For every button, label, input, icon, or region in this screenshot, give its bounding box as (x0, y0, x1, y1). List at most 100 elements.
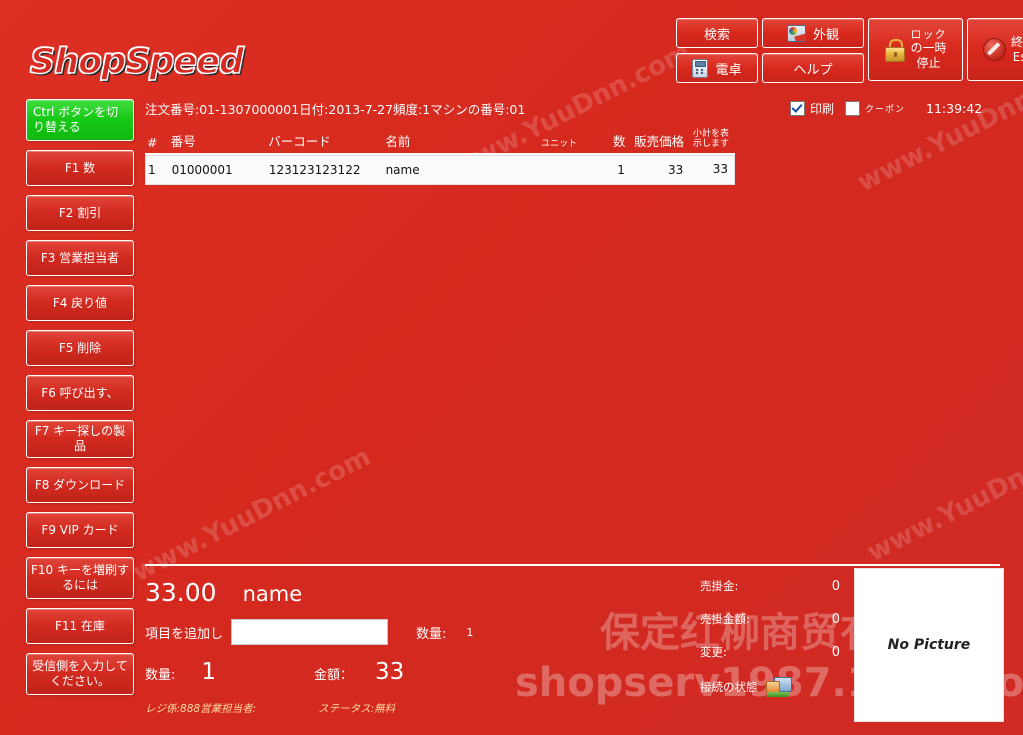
sidebar-item-label: F8 ダウンロード (34, 477, 126, 492)
sidebar-item-f10-reprint[interactable]: F10 キーを増刷するには (26, 557, 134, 599)
print-option[interactable]: 印刷 (790, 100, 834, 117)
lock-icon (884, 38, 906, 62)
cell-name: name (385, 163, 420, 177)
sidebar-item-label: F9 VIP カード (41, 522, 119, 537)
receivable-row: 売掛金: 0 (700, 578, 840, 594)
column-header-name: 名前 (385, 134, 411, 149)
sidebar-item-f5-delete[interactable]: F5 削除 (26, 330, 134, 366)
cell-number: 01000001 (171, 163, 233, 177)
sidebar-item-label: F6 呼び出す、 (41, 385, 119, 400)
column-header-index: # (147, 135, 158, 150)
sidebar-item-label: F1 数 (64, 160, 96, 175)
sidebar-item-label: F4 戻り値 (52, 295, 108, 310)
change-label: 変更: (700, 645, 727, 659)
sidebar-item-f11-stock[interactable]: F11 在庫 (26, 608, 134, 644)
sidebar-item-label: F3 営業担当者 (40, 250, 120, 265)
column-header-qty: 数 (613, 134, 626, 149)
coupon-label: クーポン (865, 105, 906, 115)
application-window: www.YuuDnn.com www.YuuDnn.com www.YuuDnn… (0, 0, 1023, 735)
sidebar-item-f9-vip-card[interactable]: F9 VIP カード (26, 512, 134, 548)
exit-line1: 終了 (1010, 34, 1023, 49)
receivable-value: 0 (831, 579, 840, 594)
no-entry-icon (982, 38, 1006, 61)
add-qty-value: 1 (466, 625, 474, 639)
sidebar-item-f3-salesperson[interactable]: F3 営業担当者 (26, 240, 134, 276)
calculator-button-label: 電卓 (715, 62, 742, 78)
toolbar: 検索 電卓 外観 ヘルプ ロック の一時 停止 終 E (676, 18, 1023, 83)
connection-label: 接続の状態 (700, 680, 758, 694)
sidebar-item-receiver-input[interactable]: 受信側を入力してください。 (26, 653, 134, 695)
receivable-amount-value: 0 (831, 612, 840, 627)
right-totals: 売掛金: 0 売掛金額: 0 変更: 0 接続の状態 (700, 578, 840, 697)
lock-pause-label: ロック の一時 停止 (910, 28, 946, 72)
appearance-button-label: 外観 (812, 27, 839, 43)
product-image-placeholder: No Picture (854, 568, 1004, 722)
cell-qty: 1 (617, 163, 625, 177)
sidebar-item-ctrl-toggle[interactable]: Ctrl ボタンを切り替える (26, 99, 134, 141)
toolbar-column-1: 検索 電卓 (676, 18, 758, 83)
sidebar-item-f4-return[interactable]: F4 戻り値 (26, 285, 134, 321)
lock-pause-line2: の一時 (910, 41, 947, 56)
lock-pause-line3: 停止 (916, 56, 941, 71)
sidebar-item-f1-quantity[interactable]: F1 数 (26, 150, 134, 186)
section-divider (145, 564, 1000, 566)
sidebar-item-label: F10 キーを増刷するには (31, 563, 129, 592)
add-item-label: 項目を追加し (145, 626, 224, 642)
watermark-domain: www.YuuDnn.com (862, 421, 1023, 569)
status-state: ステータス:無料 (318, 703, 396, 715)
change-value: 0 (831, 645, 840, 660)
receivable-label: 売掛金: (700, 579, 739, 593)
sidebar-item-f2-discount[interactable]: F2 割引 (26, 195, 134, 231)
total-amount-value: 33 (375, 659, 405, 685)
order-header: 注文番号:01-1307000001日付:2013-7-27頻度:1マシンの番号… (145, 102, 526, 117)
column-header-subtotal: 小計を表示します (693, 129, 730, 150)
column-header-barcode: バーコード (268, 134, 331, 149)
cell-price: 33 (667, 163, 684, 177)
add-item-input[interactable] (231, 619, 389, 645)
print-checkbox[interactable] (790, 101, 805, 116)
app-logo: ShopSpeed (29, 41, 244, 82)
table-row[interactable]: 1 01000001 123123123122 name 1 33 33 (145, 155, 735, 185)
total-qty-value: 1 (201, 659, 217, 685)
help-button[interactable]: ヘルプ (762, 53, 864, 83)
items-grid: # 番号 バーコード 名前 ユニット 数 販売価格 小計を表示します 1 010… (145, 119, 735, 185)
no-picture-label: No Picture (887, 637, 971, 653)
sidebar-item-label: Ctrl ボタンを切り替える (33, 105, 119, 134)
theme-icon (786, 24, 806, 42)
sidebar-item-label: 受信側を入力してください。 (32, 659, 128, 688)
receivable-amount-label: 売掛金額: (700, 612, 750, 626)
total-qty-label: 数量: (145, 668, 176, 683)
sidebar: Ctrl ボタンを切り替える F1 数 F2 割引 F3 営業担当者 F4 戻り… (26, 99, 134, 704)
column-header-unit: ユニット (541, 139, 578, 150)
sidebar-item-label: F5 削除 (58, 340, 102, 355)
calculator-button[interactable]: 電卓 (676, 53, 758, 83)
help-button-label: ヘルプ (793, 62, 833, 78)
change-row: 変更: 0 (700, 644, 840, 660)
appearance-button[interactable]: 外観 (762, 18, 864, 48)
grid-header-row: # 番号 バーコード 名前 ユニット 数 販売価格 小計を表示します (145, 119, 735, 155)
lock-pause-button[interactable]: ロック の一時 停止 (868, 18, 963, 81)
sidebar-item-f7-find-product[interactable]: F7 キー探しの製品 (26, 420, 134, 458)
cell-barcode: 123123123122 (268, 163, 361, 177)
coupon-checkbox[interactable] (845, 101, 861, 116)
network-icon (765, 677, 792, 697)
current-item-price: 33.00 (145, 578, 217, 607)
exit-button[interactable]: 終了 Esc (967, 18, 1023, 81)
lock-pause-line1: ロック (910, 27, 947, 41)
connection-status: 接続の状態 (700, 677, 840, 697)
sidebar-item-f8-download[interactable]: F8 ダウンロード (26, 467, 134, 503)
header-options: 印刷 クーポン 11:39:42 (790, 100, 982, 117)
cell-subtotal: 33 (712, 162, 729, 177)
receivable-amount-row: 売掛金額: 0 (700, 611, 840, 627)
column-header-number: 番号 (170, 134, 196, 149)
calculator-icon (692, 58, 709, 78)
clock: 11:39:42 (926, 101, 983, 116)
coupon-option[interactable]: クーポン (845, 101, 905, 116)
current-item-name: name (242, 582, 303, 606)
sidebar-item-f6-recall[interactable]: F6 呼び出す、 (26, 375, 134, 411)
print-label: 印刷 (810, 102, 835, 116)
search-button[interactable]: 検索 (676, 18, 758, 48)
sidebar-item-label: F2 割引 (58, 205, 102, 220)
column-header-price: 販売価格 (634, 134, 685, 149)
exit-line2: Esc (1012, 49, 1023, 64)
